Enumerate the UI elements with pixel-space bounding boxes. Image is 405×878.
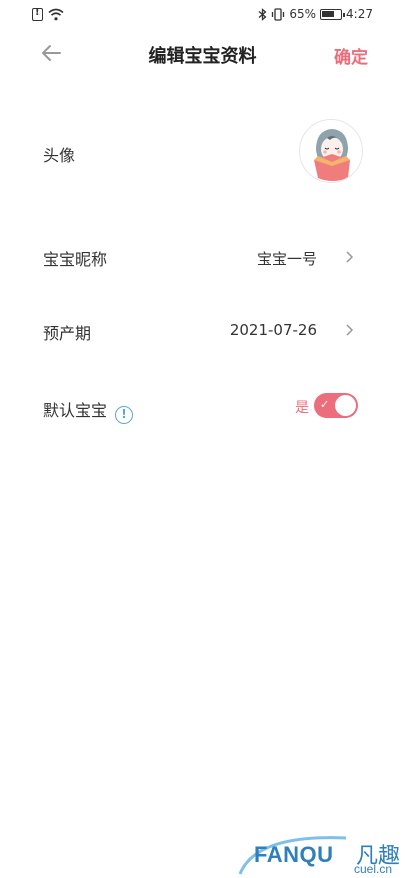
status-right: 65% 4:27 (258, 7, 373, 21)
avatar-label: 头像 (43, 146, 76, 165)
chevron-right-icon (346, 251, 354, 263)
toggle-knob (335, 395, 356, 416)
bluetooth-icon (258, 7, 267, 21)
chevron-right-icon (346, 324, 354, 336)
baby-avatar[interactable] (299, 119, 363, 183)
due-date-label: 预产期 (43, 324, 92, 343)
default-baby-label-wrap: 默认宝宝! (43, 397, 134, 424)
watermark: FANQU 凡趣 cuel.cn (236, 826, 405, 878)
default-baby-label: 默认宝宝 (43, 401, 108, 420)
nav-bar: 编辑宝宝资料 确定 (0, 30, 405, 76)
battery-icon (320, 8, 346, 20)
swaddled-baby-icon (300, 120, 362, 182)
sim-alert-icon (32, 7, 43, 21)
nickname-value: 宝宝一号 (256, 250, 317, 268)
watermark-brand: FANQU (254, 842, 334, 867)
vibrate-icon (272, 7, 285, 21)
default-baby-toggle[interactable]: ✓ (314, 393, 358, 418)
watermark-domain: cuel.cn (354, 862, 393, 876)
toggle-state-text: 是 (295, 400, 309, 416)
due-date-value: 2021-07-26 (229, 321, 317, 339)
status-left (32, 7, 64, 21)
status-time: 4:27 (346, 7, 373, 21)
confirm-button[interactable]: 确定 (334, 43, 368, 68)
due-date-row[interactable]: 预产期 2021-07-26 (0, 308, 405, 350)
nickname-label: 宝宝昵称 (43, 250, 108, 269)
info-icon[interactable]: ! (115, 406, 134, 424)
check-icon: ✓ (320, 398, 330, 411)
wifi-icon (48, 8, 64, 21)
nickname-row[interactable]: 宝宝昵称 宝宝一号 (0, 236, 405, 278)
battery-percent: 65% (289, 7, 317, 21)
status-bar: 65% 4:27 (0, 0, 405, 30)
